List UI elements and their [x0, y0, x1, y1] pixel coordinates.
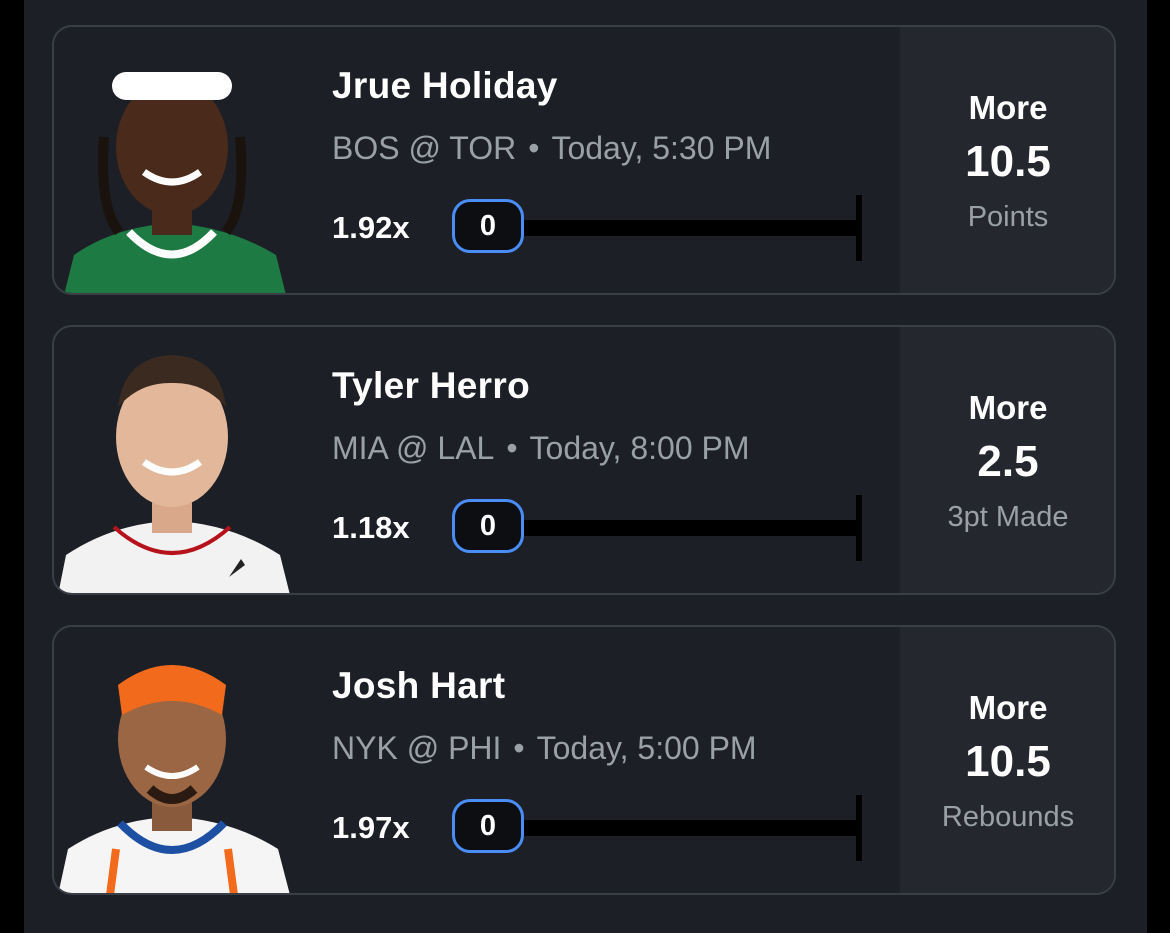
- pick-card[interactable]: Jrue Holiday BOS @ TOR • Today, 5:30 PM 1.…: [52, 25, 1116, 295]
- stat-type: Rebounds: [941, 801, 1075, 833]
- away-team: NYK: [332, 730, 398, 766]
- at-symbol: @: [406, 730, 440, 766]
- stat-progress-bar: 0: [452, 195, 866, 261]
- pick-card[interactable]: Josh Hart NYK @ PHI • Today, 5:00 PM 1.97x…: [52, 625, 1116, 895]
- player-name: Josh Hart: [332, 665, 506, 706]
- payout-multiplier: 1.92x: [332, 210, 410, 245]
- progress-target-marker: [856, 795, 862, 861]
- payout-multiplier: 1.18x: [332, 510, 410, 545]
- stat-line: 10.5: [965, 137, 1051, 186]
- at-symbol: @: [396, 430, 429, 466]
- projection-panel[interactable]: More 2.5 3pt Made: [900, 327, 1114, 593]
- player-photo: [54, 27, 296, 293]
- pick-direction: More: [968, 689, 1048, 726]
- home-team: TOR: [449, 130, 517, 166]
- player-name: Tyler Herro: [332, 365, 530, 406]
- picks-screen: Jrue Holiday BOS @ TOR • Today, 5:30 PM 1.…: [24, 0, 1147, 933]
- current-stat-value: 0: [452, 499, 524, 553]
- game-info: BOS @ TOR • Today, 5:30 PM: [332, 130, 771, 167]
- game-time: Today, 5:30 PM: [551, 130, 772, 166]
- player-photo: [54, 327, 296, 593]
- at-symbol: @: [408, 130, 441, 166]
- player-name: Jrue Holiday: [332, 65, 558, 106]
- pick-direction: More: [968, 389, 1048, 426]
- progress-track: [512, 220, 860, 236]
- game-time: Today, 5:00 PM: [536, 730, 757, 766]
- current-stat-value: 0: [452, 799, 524, 853]
- stat-line: 2.5: [977, 437, 1039, 486]
- stat-progress-bar: 0: [452, 495, 866, 561]
- separator-dot: •: [506, 430, 518, 466]
- pick-card[interactable]: Tyler Herro MIA @ LAL • Today, 8:00 PM 1.1…: [52, 325, 1116, 595]
- separator-dot: •: [513, 730, 525, 766]
- payout-multiplier: 1.97x: [332, 810, 410, 845]
- player-photo: [54, 627, 296, 893]
- current-stat-value: 0: [452, 199, 524, 253]
- game-info: MIA @ LAL • Today, 8:00 PM: [332, 430, 750, 467]
- progress-target-marker: [856, 495, 862, 561]
- away-team: MIA: [332, 430, 388, 466]
- away-team: BOS: [332, 130, 400, 166]
- stat-type: 3pt Made: [947, 501, 1069, 533]
- pick-direction: More: [968, 89, 1048, 126]
- progress-target-marker: [856, 195, 862, 261]
- stat-type: Points: [967, 201, 1049, 233]
- stat-progress-bar: 0: [452, 795, 866, 861]
- projection-panel[interactable]: More 10.5 Points: [900, 27, 1114, 293]
- separator-dot: •: [528, 130, 540, 166]
- home-team: LAL: [437, 430, 495, 466]
- progress-track: [512, 820, 860, 836]
- home-team: PHI: [448, 730, 502, 766]
- progress-track: [512, 520, 860, 536]
- game-info: NYK @ PHI • Today, 5:00 PM: [332, 730, 757, 767]
- projection-panel[interactable]: More 10.5 Rebounds: [900, 627, 1114, 893]
- game-time: Today, 8:00 PM: [529, 430, 750, 466]
- stat-line: 10.5: [965, 737, 1051, 786]
